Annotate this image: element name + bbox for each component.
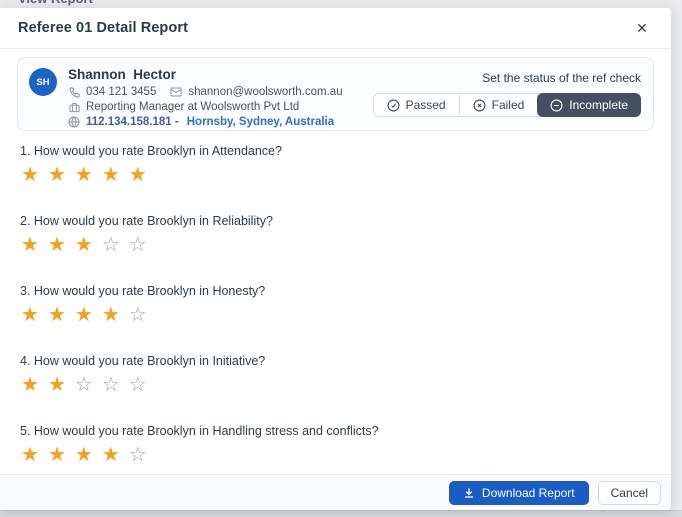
phone-icon: [68, 86, 80, 98]
email-icon: [170, 86, 182, 98]
background-page-title: View Report: [18, 0, 93, 6]
referee-name: Shannon Hector: [68, 67, 177, 82]
minus-circle-icon: [550, 99, 563, 112]
status-caption: Set the status of the ref check: [482, 71, 641, 85]
question-item: 1. How would you rate Brooklyn in Attend…: [20, 144, 651, 185]
star-empty-icon[interactable]: ☆: [129, 445, 147, 465]
question-item: 4. How would you rate Brooklyn in Initia…: [20, 354, 651, 395]
referee-role: Reporting Manager at Woolsworth Pvt Ltd: [86, 101, 300, 113]
status-incomplete-label: Incomplete: [569, 98, 628, 112]
question-label: 1. How would you rate Brooklyn in Attend…: [20, 144, 282, 158]
star-rating: ★ ★ ★ ★ ★: [21, 165, 156, 185]
star-filled-icon[interactable]: ★: [21, 305, 39, 325]
status-failed-button[interactable]: Failed: [460, 94, 539, 116]
referee-location[interactable]: Hornsby, Sydney, Australia: [187, 116, 334, 128]
star-empty-icon[interactable]: ☆: [102, 375, 120, 395]
star-filled-icon[interactable]: ★: [21, 375, 39, 395]
star-empty-icon[interactable]: ☆: [129, 375, 147, 395]
star-filled-icon[interactable]: ★: [75, 445, 93, 465]
star-empty-icon[interactable]: ☆: [129, 235, 147, 255]
star-filled-icon[interactable]: ★: [102, 445, 120, 465]
status-section: Set the status of the ref check Passed F…: [372, 67, 641, 121]
star-filled-icon[interactable]: ★: [48, 375, 66, 395]
download-icon: [463, 487, 475, 499]
question-label: 4. How would you rate Brooklyn in Initia…: [20, 354, 266, 368]
star-filled-icon[interactable]: ★: [48, 165, 66, 185]
x-circle-icon: [473, 99, 486, 112]
question-label: 5. How would you rate Brooklyn in Handli…: [20, 424, 379, 438]
star-filled-icon[interactable]: ★: [21, 165, 39, 185]
question-label: 3. How would you rate Brooklyn in Honest…: [20, 284, 266, 298]
referee-ip: 112.134.158.181 -: [86, 116, 179, 128]
star-filled-icon[interactable]: ★: [21, 235, 39, 255]
check-circle-icon: [387, 99, 400, 112]
status-button-group: Passed Failed Incomplete: [372, 93, 641, 117]
star-filled-icon[interactable]: ★: [75, 235, 93, 255]
question-label: 2. How would you rate Brooklyn in Reliab…: [20, 214, 273, 228]
modal-title: Referee 01 Detail Report: [18, 20, 189, 36]
avatar: SH: [29, 68, 57, 96]
star-filled-icon[interactable]: ★: [75, 305, 93, 325]
status-passed-button[interactable]: Passed: [374, 94, 460, 116]
location-row: 112.134.158.181 - Hornsby, Sydney, Austr…: [68, 116, 373, 128]
status-passed-label: Passed: [405, 98, 446, 112]
question-item: 3. How would you rate Brooklyn in Honest…: [20, 284, 651, 325]
star-rating: ★ ★ ★ ☆ ☆: [21, 235, 156, 255]
modal-body: SH Shannon Hector 034 121 3455 shannon@w…: [0, 49, 671, 474]
star-empty-icon[interactable]: ☆: [75, 375, 93, 395]
modal-header: Referee 01 Detail Report ✕: [0, 8, 671, 49]
close-icon[interactable]: ✕: [631, 17, 653, 39]
question-item: 5. How would you rate Brooklyn in Handli…: [20, 424, 651, 465]
star-filled-icon[interactable]: ★: [102, 305, 120, 325]
role-row: Reporting Manager at Woolsworth Pvt Ltd: [68, 101, 373, 113]
star-filled-icon[interactable]: ★: [48, 235, 66, 255]
status-incomplete-button[interactable]: Incomplete: [537, 93, 641, 117]
question-item: 2. How would you rate Brooklyn in Reliab…: [20, 214, 651, 255]
status-failed-label: Failed: [491, 98, 525, 112]
download-report-button[interactable]: Download Report: [448, 480, 589, 505]
download-report-label: Download Report: [481, 485, 575, 500]
star-rating: ★ ★ ★ ★ ☆: [21, 445, 156, 465]
star-rating: ★ ★ ★ ★ ☆: [21, 305, 156, 325]
referee-details: Shannon Hector 034 121 3455 shannon@wool…: [68, 67, 373, 128]
star-rating: ★ ★ ☆ ☆ ☆: [21, 375, 156, 395]
star-filled-icon[interactable]: ★: [75, 165, 93, 185]
cancel-button[interactable]: Cancel: [597, 480, 661, 505]
star-filled-icon[interactable]: ★: [48, 305, 66, 325]
briefcase-icon: [68, 101, 80, 113]
referee-info-card: SH Shannon Hector 034 121 3455 shannon@w…: [17, 57, 654, 131]
referee-phone: 034 121 3455: [86, 86, 157, 98]
globe-icon: [68, 116, 80, 128]
background-page-strip: View Report: [0, 0, 682, 8]
star-empty-icon[interactable]: ☆: [102, 235, 120, 255]
modal-footer: Download Report Cancel: [0, 474, 671, 510]
background-bottom-strip: [0, 510, 682, 517]
star-filled-icon[interactable]: ★: [48, 445, 66, 465]
referee-detail-modal: Referee 01 Detail Report ✕ SH Shannon He…: [0, 8, 671, 510]
contact-row: 034 121 3455 shannon@woolsworth.com.au: [68, 86, 373, 98]
star-filled-icon[interactable]: ★: [102, 165, 120, 185]
star-filled-icon[interactable]: ★: [21, 445, 39, 465]
star-filled-icon[interactable]: ★: [129, 165, 147, 185]
star-empty-icon[interactable]: ☆: [129, 305, 147, 325]
referee-email: shannon@woolsworth.com.au: [188, 86, 343, 98]
